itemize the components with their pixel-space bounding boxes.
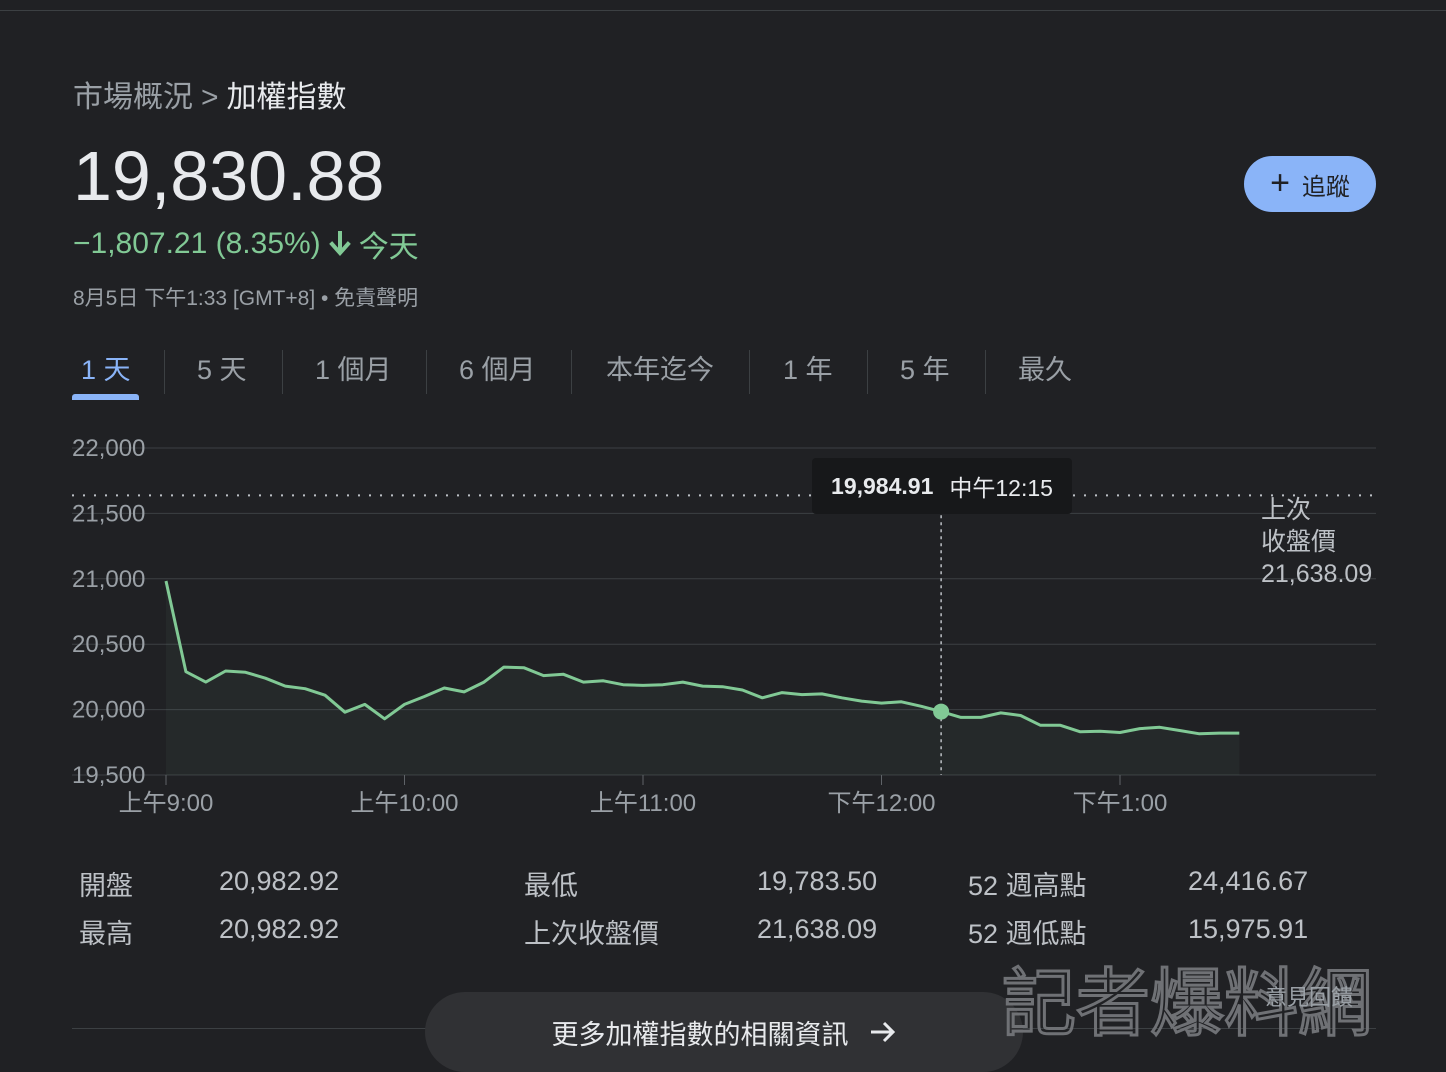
stat-value-52w-low: 15,975.91 [1188, 914, 1309, 944]
price-change-period: 今天 [358, 231, 419, 264]
tab-max[interactable]: 最久 [1018, 348, 1072, 394]
price-change: −1,807.21 (8.35%) 今天 [73, 222, 419, 266]
stat-label-low: 最低 [524, 871, 578, 901]
stat-value-low: 19,783.50 [757, 866, 878, 896]
price-chart[interactable]: 22,000 21,500 21,000 20,500 20,000 19,500上午9:… [0, 420, 1446, 830]
series-area [166, 581, 1240, 775]
breadcrumb-parent-link[interactable]: 市場概況 [73, 81, 193, 114]
tab-divider [985, 350, 986, 394]
x-tick-label: 下午1:00 [1073, 790, 1168, 817]
tab-1-year[interactable]: 1 年 [783, 348, 833, 394]
stat-value-high: 20,982.92 [219, 914, 340, 944]
y-tick-label: 21,500 [72, 500, 145, 527]
tab-5-years[interactable]: 5 年 [900, 348, 950, 394]
tab-divider [164, 350, 165, 394]
breadcrumb-separator: > [201, 81, 219, 114]
tab-divider [749, 350, 750, 394]
y-tick-label: 21,000 [72, 566, 145, 593]
y-tick-label: 20,500 [72, 631, 145, 658]
quote-timestamp: 8月5日 下午1:33 [GMT+8] • 免責聲明 [73, 287, 419, 310]
stat-label-prev-close: 上次收盤價 [524, 919, 659, 949]
tab-ytd[interactable]: 本年迄今 [606, 348, 714, 394]
active-tab-indicator [72, 394, 139, 400]
top-divider [0, 10, 1446, 11]
y-tick-label: 22,000 [72, 435, 145, 462]
feedback-link[interactable]: 意見回饋 [1265, 985, 1353, 1010]
tab-6-months[interactable]: 6 個月 [459, 348, 536, 394]
stat-label-open: 開盤 [79, 871, 133, 901]
x-tick-label: 上午9:00 [119, 790, 214, 817]
previous-close-label-line2: 收盤價 [1261, 528, 1337, 556]
more-info-label: 更多加權指數的相關資訊 [551, 1019, 849, 1050]
watermark-logo: 記者爆料網 意見回饋 [1001, 960, 1374, 1046]
y-tick-label: 20,000 [72, 697, 145, 724]
stat-value-open: 20,982.92 [219, 866, 340, 896]
more-info-button[interactable]: 更多加權指數的相關資訊 [425, 992, 1023, 1072]
previous-close-label: 上次 收盤價 21,638.09 [1261, 494, 1372, 590]
hover-point [933, 703, 950, 720]
x-tick-label: 下午12:00 [827, 790, 935, 817]
arrow-right-icon [870, 1021, 895, 1043]
breadcrumb-current: 加權指數 [226, 81, 347, 114]
arrow-down-icon [328, 231, 351, 257]
current-price: 19,830.88 [73, 137, 385, 215]
tab-divider [426, 350, 427, 394]
stat-label-52w-low: 52 週低點 [968, 919, 1087, 949]
tooltip-time: 中午12:15 [949, 475, 1053, 501]
stat-label-52w-high: 52 週高點 [968, 871, 1087, 901]
previous-close-label-line1: 上次 [1261, 496, 1312, 524]
stat-value-52w-high: 24,416.67 [1188, 866, 1309, 896]
previous-close-value: 21,638.09 [1261, 560, 1373, 588]
tab-1-day[interactable]: 1 天 [81, 348, 131, 394]
stat-label-high: 最高 [79, 919, 133, 949]
y-tick-label: 19,500 [72, 762, 145, 789]
tab-1-month[interactable]: 1 個月 [315, 348, 392, 394]
chart-tooltip: 19,984.91 中午12:15 [812, 458, 1072, 514]
tab-divider [282, 350, 283, 394]
tab-divider [867, 350, 868, 394]
stat-value-prev-close: 21,638.09 [757, 914, 878, 944]
plus-icon: + [1270, 163, 1290, 202]
tab-5-days[interactable]: 5 天 [197, 348, 247, 394]
follow-button-label: 追蹤 [1301, 173, 1350, 201]
tab-divider [571, 350, 572, 394]
follow-button[interactable]: + 追蹤 [1244, 156, 1376, 212]
tooltip-value: 19,984.91 [831, 472, 934, 499]
breadcrumb: 市場概況 > 加權指數 [73, 72, 347, 116]
x-tick-label: 上午10:00 [350, 790, 458, 817]
x-tick-label: 上午11:00 [590, 790, 696, 817]
price-change-value: −1,807.21 (8.35%) [73, 227, 321, 260]
